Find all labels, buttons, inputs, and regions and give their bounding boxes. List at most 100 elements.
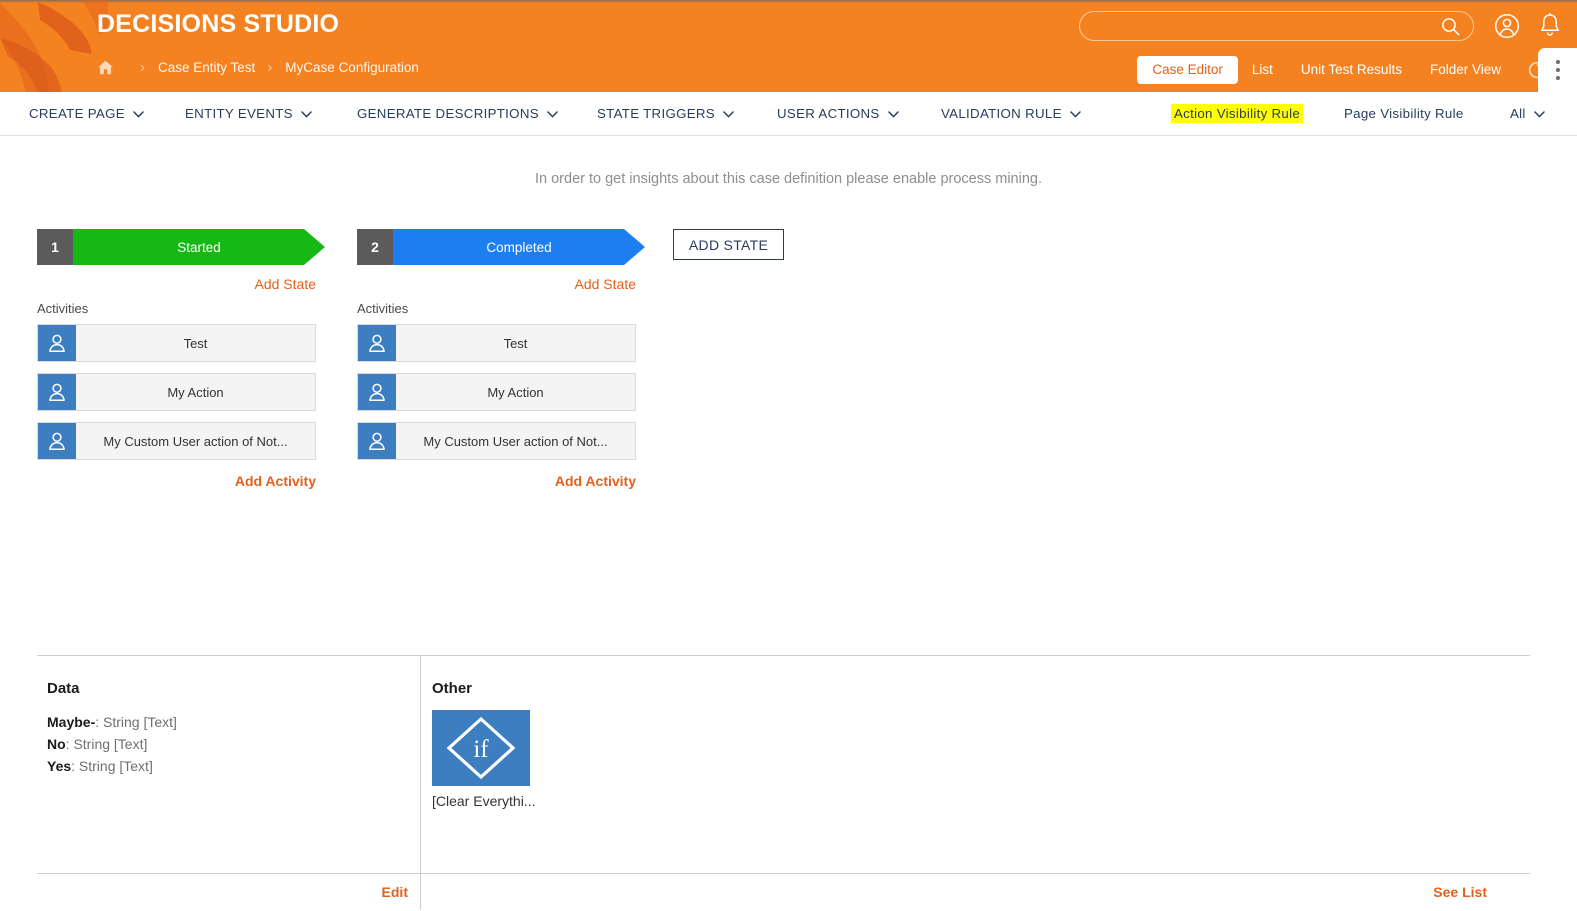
user-action-icon bbox=[358, 325, 396, 361]
nav-item-create-page[interactable]: CREATE PAGE bbox=[29, 106, 144, 121]
nav-label-user-actions: USER ACTIONS bbox=[777, 106, 880, 121]
activity-row[interactable]: My Action bbox=[37, 373, 316, 411]
search-icon[interactable] bbox=[1441, 17, 1460, 41]
bottom-panels-inner: Data Maybe-: String [Text] No: String [T… bbox=[37, 656, 1530, 875]
activity-name: Test bbox=[503, 335, 528, 351]
see-list-link[interactable]: See List bbox=[1433, 884, 1487, 900]
add-state-button[interactable]: ADD STATE bbox=[673, 229, 784, 260]
state-columns: 1 Started Add State Activities Test My A… bbox=[37, 229, 636, 489]
header-top-shadow bbox=[0, 0, 1577, 3]
nav-item-page-visibility-rule[interactable]: Page Visibility Rule bbox=[1344, 106, 1464, 121]
user-action-icon bbox=[358, 374, 396, 410]
activities-label-2: Activities bbox=[357, 301, 409, 316]
breadcrumb-item-1[interactable]: MyCase Configuration bbox=[285, 60, 419, 75]
bottom-panel-footer: Edit See List bbox=[37, 873, 1530, 910]
data-field-key: No bbox=[47, 736, 66, 752]
data-panel-title: Data bbox=[47, 680, 80, 697]
state-number-1: 1 bbox=[37, 229, 73, 265]
add-state-link-2[interactable]: Add State bbox=[357, 276, 637, 292]
more-vertical-icon[interactable] bbox=[1555, 60, 1560, 80]
data-field-key: Maybe- bbox=[47, 714, 96, 730]
activity-name: My Action bbox=[167, 384, 224, 400]
state-number-2: 2 bbox=[357, 229, 393, 265]
if-rule-icon: if bbox=[432, 710, 530, 786]
bottom-panels: Data Maybe-: String [Text] No: String [T… bbox=[37, 655, 1530, 911]
tab-folder-view[interactable]: Folder View bbox=[1416, 56, 1515, 84]
other-item[interactable]: if [Clear Everythi... bbox=[432, 710, 552, 809]
brand-logo-decoration bbox=[0, 0, 108, 92]
tab-case-editor[interactable]: Case Editor bbox=[1137, 56, 1238, 84]
state-column-2: 2 Completed Add State Activities Test My… bbox=[357, 229, 636, 489]
nav-item-all[interactable]: All bbox=[1510, 106, 1545, 121]
activity-name: My Custom User action of Not... bbox=[103, 433, 288, 449]
breadcrumb: › Case Entity Test › MyCase Configuratio… bbox=[97, 59, 419, 76]
user-action-icon bbox=[38, 325, 76, 361]
data-panel-footer: Edit bbox=[37, 874, 421, 910]
state-column-1: 1 Started Add State Activities Test My A… bbox=[37, 229, 316, 489]
nav-label-entity-events: ENTITY EVENTS bbox=[185, 106, 293, 121]
state-name-2: Completed bbox=[393, 229, 645, 265]
add-activity-link-2[interactable]: Add Activity bbox=[357, 473, 636, 489]
nav-label-all: All bbox=[1510, 106, 1526, 121]
nav-item-entity-events[interactable]: ENTITY EVENTS bbox=[185, 106, 312, 121]
nav-label-generate-descriptions: GENERATE DESCRIPTIONS bbox=[357, 106, 539, 121]
bell-icon[interactable] bbox=[1538, 12, 1562, 44]
breadcrumb-item-0[interactable]: Case Entity Test bbox=[158, 60, 255, 75]
nav-item-user-actions[interactable]: USER ACTIONS bbox=[777, 106, 899, 121]
other-panel: Other if [Clear Everythi... bbox=[421, 656, 1530, 875]
process-mining-message: In order to get insights about this case… bbox=[534, 171, 1042, 187]
nav-label-state-triggers: STATE TRIGGERS bbox=[597, 106, 715, 121]
activity-row[interactable]: My Custom User action of Not... bbox=[357, 422, 636, 460]
activity-row[interactable]: Test bbox=[37, 324, 316, 362]
activities-label-1: Activities bbox=[37, 301, 89, 316]
other-item-caption: [Clear Everythi... bbox=[432, 793, 536, 809]
nav-item-validation-rule[interactable]: VALIDATION RULE bbox=[941, 106, 1081, 121]
other-panel-footer: See List bbox=[421, 874, 1530, 910]
edit-link[interactable]: Edit bbox=[382, 884, 408, 900]
user-action-icon bbox=[38, 374, 76, 410]
nav-item-generate-descriptions[interactable]: GENERATE DESCRIPTIONS bbox=[357, 106, 558, 121]
nav-label-page-visibility-rule: Page Visibility Rule bbox=[1344, 106, 1464, 121]
nav-label-create-page: CREATE PAGE bbox=[29, 106, 125, 121]
breadcrumb-separator-2: › bbox=[267, 59, 273, 76]
user-action-icon bbox=[38, 423, 76, 459]
data-field-row: No: String [Text] bbox=[47, 733, 420, 755]
header-tabs: Case Editor List Unit Test Results Folde… bbox=[1137, 56, 1551, 84]
tab-list[interactable]: List bbox=[1238, 56, 1287, 84]
data-field-value: : String [Text] bbox=[95, 714, 177, 730]
case-editor-canvas: In order to get insights about this case… bbox=[0, 137, 1577, 911]
chevron-down-icon bbox=[133, 106, 144, 121]
data-field-list: Maybe-: String [Text] No: String [Text] … bbox=[47, 711, 420, 777]
chevron-down-icon bbox=[723, 106, 734, 121]
chevron-down-icon bbox=[1533, 106, 1545, 121]
activity-list-2: Test My Action My Custom User action of … bbox=[357, 324, 636, 460]
activity-list-1: Test My Action My Custom User action of … bbox=[37, 324, 316, 460]
search-container bbox=[1079, 11, 1474, 41]
state-chevron-2[interactable]: 2 Completed bbox=[357, 229, 645, 265]
state-name-1: Started bbox=[73, 229, 325, 265]
svg-text:if: if bbox=[473, 736, 489, 763]
state-chevron-1[interactable]: 1 Started bbox=[37, 229, 325, 265]
activity-row[interactable]: My Action bbox=[357, 373, 636, 411]
add-activity-link-1[interactable]: Add Activity bbox=[37, 473, 316, 489]
search-input[interactable] bbox=[1095, 11, 1435, 41]
breadcrumb-separator-1: › bbox=[140, 59, 145, 76]
chevron-down-icon bbox=[887, 106, 899, 121]
other-panel-title: Other bbox=[432, 680, 473, 697]
nav-label-action-visibility-rule: Action Visibility Rule bbox=[1171, 104, 1304, 123]
nav-item-state-triggers[interactable]: STATE TRIGGERS bbox=[597, 106, 734, 121]
chevron-down-icon bbox=[301, 106, 312, 121]
home-icon[interactable] bbox=[97, 60, 114, 75]
activity-row[interactable]: My Custom User action of Not... bbox=[37, 422, 316, 460]
tab-unit-test-results[interactable]: Unit Test Results bbox=[1287, 56, 1416, 84]
user-action-icon bbox=[358, 423, 396, 459]
data-field-value: : String [Text] bbox=[71, 758, 153, 774]
activity-row[interactable]: Test bbox=[357, 324, 636, 362]
nav-item-action-visibility-rule[interactable]: Action Visibility Rule bbox=[1171, 104, 1304, 123]
more-options-panel[interactable] bbox=[1538, 48, 1577, 92]
data-field-row: Maybe-: String [Text] bbox=[47, 711, 420, 733]
secondary-nav-bar: CREATE PAGE ENTITY EVENTS GENERATE DESCR… bbox=[0, 92, 1577, 136]
add-state-link-1[interactable]: Add State bbox=[37, 276, 317, 292]
account-circle-icon[interactable] bbox=[1494, 13, 1520, 44]
chevron-down-icon bbox=[1070, 106, 1081, 121]
